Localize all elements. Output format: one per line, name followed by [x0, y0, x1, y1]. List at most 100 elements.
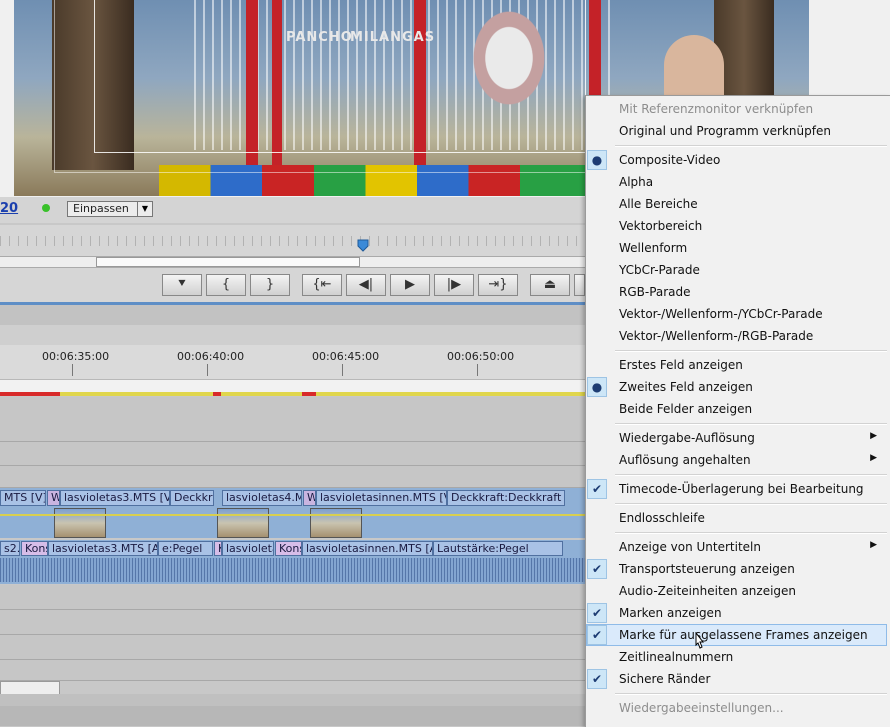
step-back-button[interactable]: ◀|: [346, 274, 386, 296]
video-clip[interactable]: lasvioletas4.M: [222, 490, 302, 506]
menu-item-label: Zeitlinealnummern: [619, 650, 734, 664]
audio-track-empty[interactable]: [0, 635, 585, 660]
audio-track-empty[interactable]: [0, 610, 585, 635]
audio-clip-effect[interactable]: Lautstärke:Pegel: [433, 541, 563, 556]
menu-item-timecode-overlay[interactable]: ✔ Timecode-Überlagerung bei Bearbeitung: [585, 478, 889, 500]
marker-icon: ⯆: [176, 277, 188, 292]
video-track-empty[interactable]: [0, 466, 585, 488]
menu-item-safe-margins[interactable]: ✔ Sichere Ränder: [585, 668, 889, 690]
video-clip[interactable]: lasvioletas3.MTS [V]: [60, 490, 170, 506]
menu-item-label: Anzeige von Untertiteln: [619, 540, 761, 554]
menu-separator: [615, 532, 887, 534]
menu-item-audio-time-units[interactable]: Audio-Zeiteinheiten anzeigen: [585, 580, 889, 602]
playhead-icon[interactable]: [357, 239, 369, 253]
play-button[interactable]: ▶: [390, 274, 430, 296]
video-clip-effect[interactable]: Deckkraft:Deckkraft: [447, 490, 565, 506]
checkmark-icon: ✔: [587, 479, 607, 499]
time-label: 00:06:45:00: [312, 350, 380, 363]
video-transition[interactable]: W: [47, 490, 60, 506]
render-status-bar: [0, 392, 585, 396]
menu-item-second-field[interactable]: ● Zweites Feld anzeigen: [585, 376, 889, 398]
go-to-in-button[interactable]: {⇤: [302, 274, 342, 296]
mark-in-button[interactable]: {: [206, 274, 246, 296]
audio-transition[interactable]: Kons: [275, 541, 302, 556]
menu-item-link-reference-monitor: Mit Referenzmonitor verknüpfen: [585, 98, 889, 120]
menu-item-label: RGB-Parade: [619, 285, 691, 299]
menu-item-label: Alle Bereiche: [619, 197, 698, 211]
menu-separator: [615, 693, 887, 695]
menu-item-label: Zweites Feld anzeigen: [619, 380, 753, 394]
audio-clip[interactable]: lasvioletas3.MTS [A]: [48, 541, 158, 556]
checkmark-icon: ✔: [587, 603, 607, 623]
menu-item-loop[interactable]: Endlosschleife: [585, 507, 889, 529]
video-track-empty[interactable]: [0, 442, 585, 466]
menu-item-alpha[interactable]: Alpha: [585, 171, 889, 193]
menu-item-show-transport[interactable]: ✔ Transportsteuerung anzeigen: [585, 558, 889, 580]
mark-out-button[interactable]: }: [250, 274, 290, 296]
menu-item-label: Vektor-/Wellenform-/RGB-Parade: [619, 329, 814, 343]
go-to-out-button[interactable]: ⇥}: [478, 274, 518, 296]
menu-item-paused-resolution[interactable]: Auflösung angehalten ▶: [585, 449, 889, 471]
time-label: 00:06:40:00: [177, 350, 245, 363]
lift-button[interactable]: ⏏: [530, 274, 570, 296]
mouse-pointer-icon: [695, 632, 705, 649]
menu-item-ruler-numbers[interactable]: Zeitlinealnummern: [585, 646, 889, 668]
menu-item-label: Beide Felder anzeigen: [619, 402, 753, 416]
menu-item-both-fields[interactable]: Beide Felder anzeigen: [585, 398, 889, 420]
video-clip[interactable]: MTS [V]: [0, 490, 46, 506]
video-clip-effect[interactable]: Deckkraft: [170, 490, 214, 506]
audio-transition[interactable]: Kons: [21, 541, 48, 556]
menu-separator: [615, 423, 887, 425]
menu-item-label: Wiedergabeeinstellungen...: [619, 701, 784, 715]
menu-item-label: Audio-Zeiteinheiten anzeigen: [619, 584, 797, 598]
step-back-icon: ◀|: [358, 277, 374, 292]
audio-track-empty[interactable]: [0, 585, 585, 610]
audio-track-empty[interactable]: [0, 660, 585, 681]
video-clip[interactable]: lasvioletasinnen.MTS [V]: [316, 490, 447, 506]
timeline-horizontal-scrollbar[interactable]: [0, 681, 60, 695]
lift-icon: ⏏: [543, 277, 557, 292]
menu-item-vect-wave-rgb[interactable]: Vektor-/Wellenform-/RGB-Parade: [585, 325, 889, 347]
menu-item-vect-wave-ycbcr[interactable]: Vektor-/Wellenform-/YCbCr-Parade: [585, 303, 889, 325]
menu-item-label: Transportsteuerung anzeigen: [619, 562, 795, 576]
audio-clip[interactable]: lasvioletasinnen.MTS [A]: [302, 541, 433, 556]
render-status-red: [302, 392, 316, 396]
step-forward-button[interactable]: |▶: [434, 274, 474, 296]
menu-item-label: Alpha: [619, 175, 654, 189]
menu-item-first-field[interactable]: Erstes Feld anzeigen: [585, 354, 889, 376]
render-status-red: [0, 392, 60, 396]
menu-item-rgb-parade[interactable]: RGB-Parade: [585, 281, 889, 303]
ruler-tick: [207, 364, 208, 376]
opacity-line[interactable]: [0, 514, 585, 516]
zoom-select[interactable]: Einpassen ▼: [67, 201, 153, 217]
menu-item-composite-video[interactable]: ● Composite-Video: [585, 149, 889, 171]
video-track-empty[interactable]: [0, 397, 585, 442]
menu-item-ycbcr-parade[interactable]: YCbCr-Parade: [585, 259, 889, 281]
menu-item-label: Vektorbereich: [619, 219, 703, 233]
menu-item-closed-captions[interactable]: Anzeige von Untertiteln ▶: [585, 536, 889, 558]
mark-in-icon: {: [221, 277, 231, 292]
video-transition[interactable]: W: [303, 490, 316, 506]
audio-clip[interactable]: lasvioleta: [222, 541, 274, 556]
audio-clip[interactable]: s2.l: [0, 541, 20, 556]
extract-button[interactable]: [574, 274, 585, 296]
menu-item-label: Marke für ausgelassene Frames anzeigen: [619, 628, 868, 642]
menu-separator: [615, 474, 887, 476]
add-marker-button[interactable]: ⯆: [162, 274, 202, 296]
audio-clip-effect[interactable]: e:Pegel: [158, 541, 213, 556]
menu-item-vectorscope[interactable]: Vektorbereich: [585, 215, 889, 237]
ruler-tick: [342, 364, 343, 376]
menu-item-show-markers[interactable]: ✔ Marken anzeigen: [585, 602, 889, 624]
menu-item-label: Endlosschleife: [619, 511, 705, 525]
menu-item-link-source-program[interactable]: Original und Programm verknüpfen: [585, 120, 889, 142]
menu-item-label: Erstes Feld anzeigen: [619, 358, 743, 372]
monitor-zoom-scrollbar-thumb[interactable]: [96, 257, 360, 267]
menu-item-label: Wiedergabe-Auflösung: [619, 431, 755, 445]
chevron-down-icon[interactable]: ▼: [137, 202, 152, 216]
audio-transition[interactable]: K: [214, 541, 222, 556]
menu-item-dropped-frames-indicator[interactable]: ✔ Marke für ausgelassene Frames anzeigen: [586, 624, 887, 646]
menu-item-waveform[interactable]: Wellenform: [585, 237, 889, 259]
menu-item-playback-resolution[interactable]: Wiedergabe-Auflösung ▶: [585, 427, 889, 449]
menu-item-all-scopes[interactable]: Alle Bereiche: [585, 193, 889, 215]
timecode-display[interactable]: 20: [0, 201, 18, 216]
